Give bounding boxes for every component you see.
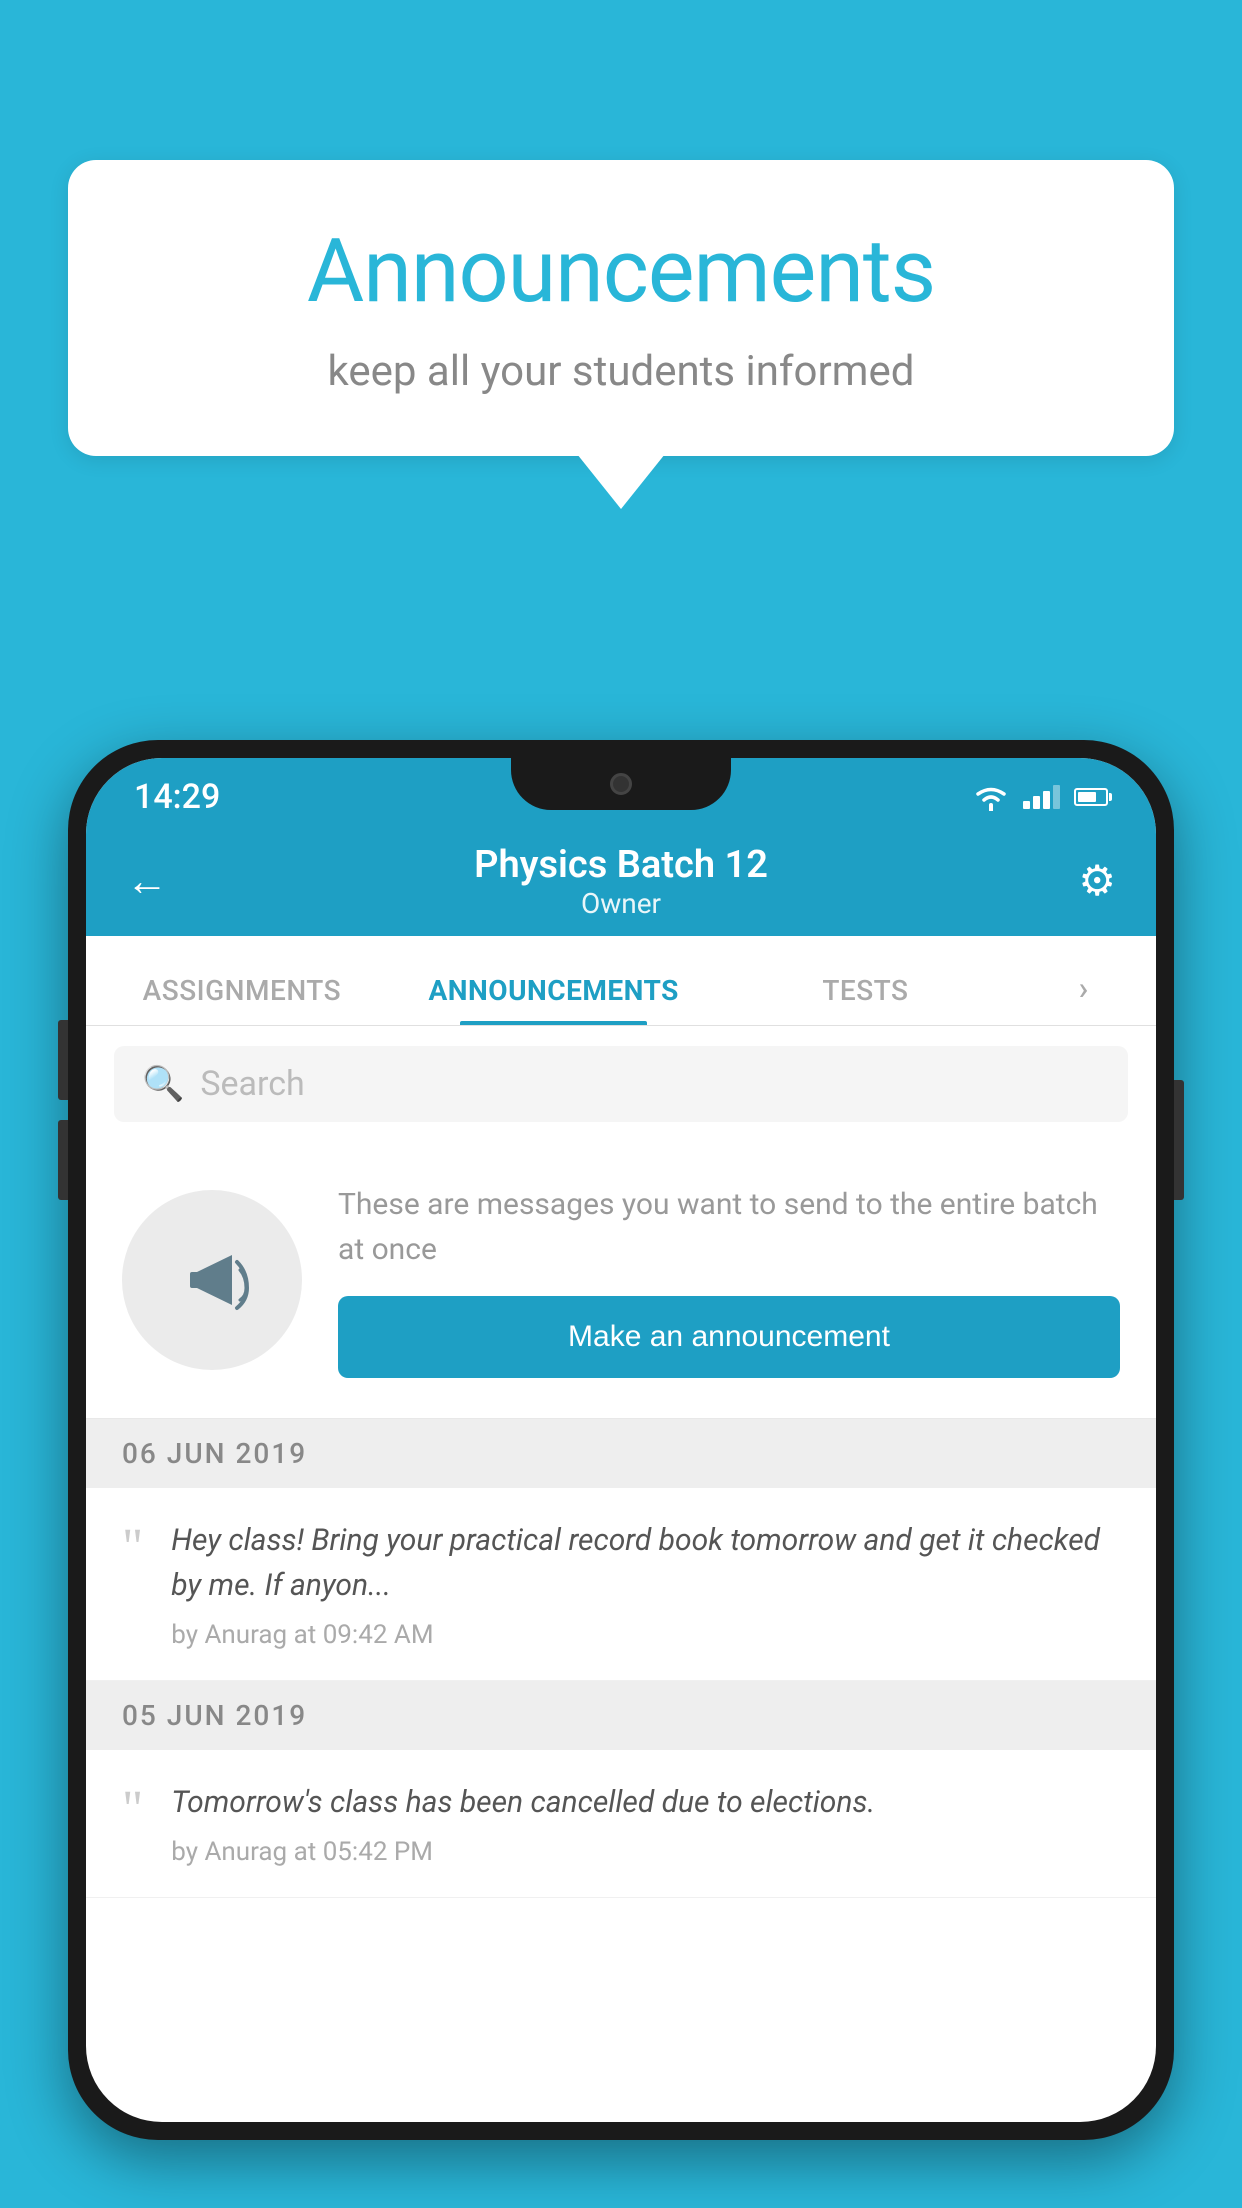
volume-up-button[interactable]: [58, 1020, 68, 1100]
phone-wrapper: 14:29: [68, 740, 1174, 2208]
phone-notch: [511, 758, 731, 810]
date-separator-1: 06 JUN 2019: [86, 1419, 1156, 1488]
announcement-content-1: Hey class! Bring your practical record b…: [171, 1518, 1120, 1650]
back-button[interactable]: ←: [126, 857, 168, 906]
search-input[interactable]: Search: [200, 1064, 304, 1104]
prompt-description: These are messages you want to send to t…: [338, 1182, 1120, 1272]
settings-icon[interactable]: ⚙: [1078, 856, 1116, 906]
search-bar[interactable]: 🔍 Search: [114, 1046, 1128, 1122]
app-header: ← Physics Batch 12 Owner ⚙: [86, 826, 1156, 936]
prompt-content: These are messages you want to send to t…: [338, 1182, 1120, 1378]
make-announcement-button[interactable]: Make an announcement: [338, 1296, 1120, 1378]
search-container: 🔍 Search: [86, 1026, 1156, 1142]
volume-down-button[interactable]: [58, 1120, 68, 1200]
bubble-subtitle: keep all your students informed: [148, 347, 1094, 396]
announcement-item-2[interactable]: " Tomorrow's class has been cancelled du…: [86, 1750, 1156, 1898]
tab-announcements[interactable]: ANNOUNCEMENTS: [398, 974, 710, 1025]
megaphone-icon: [162, 1230, 262, 1330]
tab-assignments[interactable]: ASSIGNMENTS: [86, 974, 398, 1025]
phone-frame: 14:29: [68, 740, 1174, 2140]
speech-bubble-card: Announcements keep all your students inf…: [68, 160, 1174, 456]
announcement-text-1: Hey class! Bring your practical record b…: [171, 1518, 1120, 1608]
battery-icon: [1074, 788, 1108, 806]
tab-tests[interactable]: TESTS: [710, 974, 1022, 1025]
status-icons: [973, 783, 1108, 811]
search-icon: 🔍: [142, 1064, 184, 1104]
signal-icon: [1023, 785, 1060, 809]
speech-bubble-tail: [577, 454, 665, 509]
tabs-bar: ASSIGNMENTS ANNOUNCEMENTS TESTS ›: [86, 936, 1156, 1026]
battery-fill: [1078, 792, 1096, 802]
speech-bubble-section: Announcements keep all your students inf…: [68, 160, 1174, 509]
power-button[interactable]: [1174, 1080, 1184, 1200]
wifi-icon: [973, 783, 1009, 811]
user-role: Owner: [198, 887, 1044, 920]
status-time: 14:29: [134, 777, 220, 817]
quote-icon-2: ": [122, 1784, 143, 1836]
bubble-title: Announcements: [148, 220, 1094, 323]
announcement-author-1: by Anurag at 09:42 AM: [171, 1620, 1120, 1650]
megaphone-circle: [122, 1190, 302, 1370]
date-separator-2: 05 JUN 2019: [86, 1681, 1156, 1750]
tab-more[interactable]: ›: [1021, 969, 1156, 1025]
batch-name: Physics Batch 12: [198, 843, 1044, 887]
quote-icon-1: ": [122, 1522, 143, 1574]
phone-screen: 14:29: [86, 758, 1156, 2122]
announcement-text-2: Tomorrow's class has been cancelled due …: [171, 1780, 1120, 1825]
announcement-author-2: by Anurag at 05:42 PM: [171, 1837, 1120, 1867]
announcement-prompt: These are messages you want to send to t…: [86, 1142, 1156, 1419]
announcement-item-1[interactable]: " Hey class! Bring your practical record…: [86, 1488, 1156, 1681]
announcement-content-2: Tomorrow's class has been cancelled due …: [171, 1780, 1120, 1867]
front-camera: [610, 773, 632, 795]
header-title-group: Physics Batch 12 Owner: [198, 843, 1044, 920]
